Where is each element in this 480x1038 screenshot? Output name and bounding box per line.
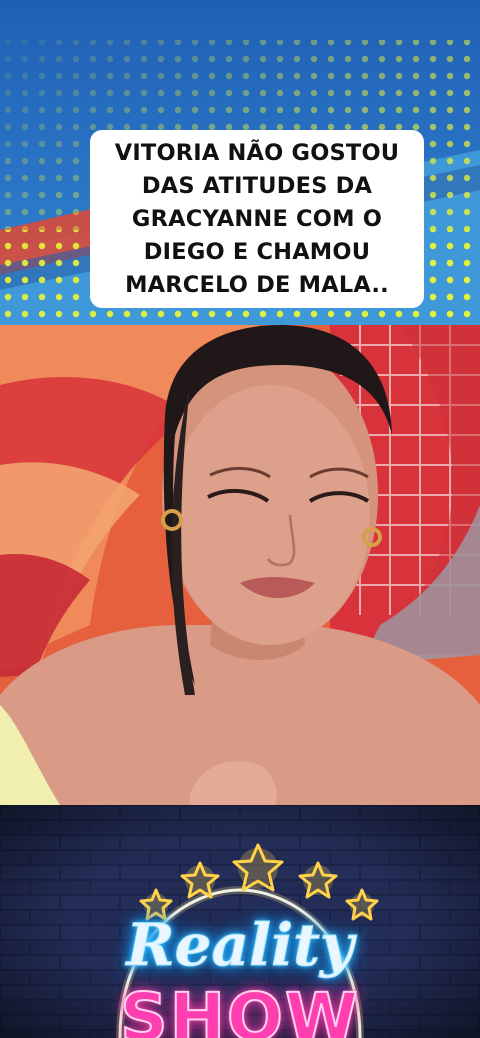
reality-show-logo: Reality SHOW: [0, 805, 480, 1038]
caption-box: VITORIA NÃO GOSTOU DAS ATITUDES DA GRACY…: [90, 130, 424, 308]
top-banner: VITORIA NÃO GOSTOU DAS ATITUDES DA GRACY…: [0, 0, 480, 325]
video-frame[interactable]: [0, 325, 480, 805]
caption-text: VITORIA NÃO GOSTOU DAS ATITUDES DA GRACY…: [114, 139, 400, 298]
logo-title-reality: Reality: [126, 911, 354, 979]
video-scene-illustration: [0, 325, 480, 805]
logo-title-show: SHOW: [119, 979, 360, 1038]
